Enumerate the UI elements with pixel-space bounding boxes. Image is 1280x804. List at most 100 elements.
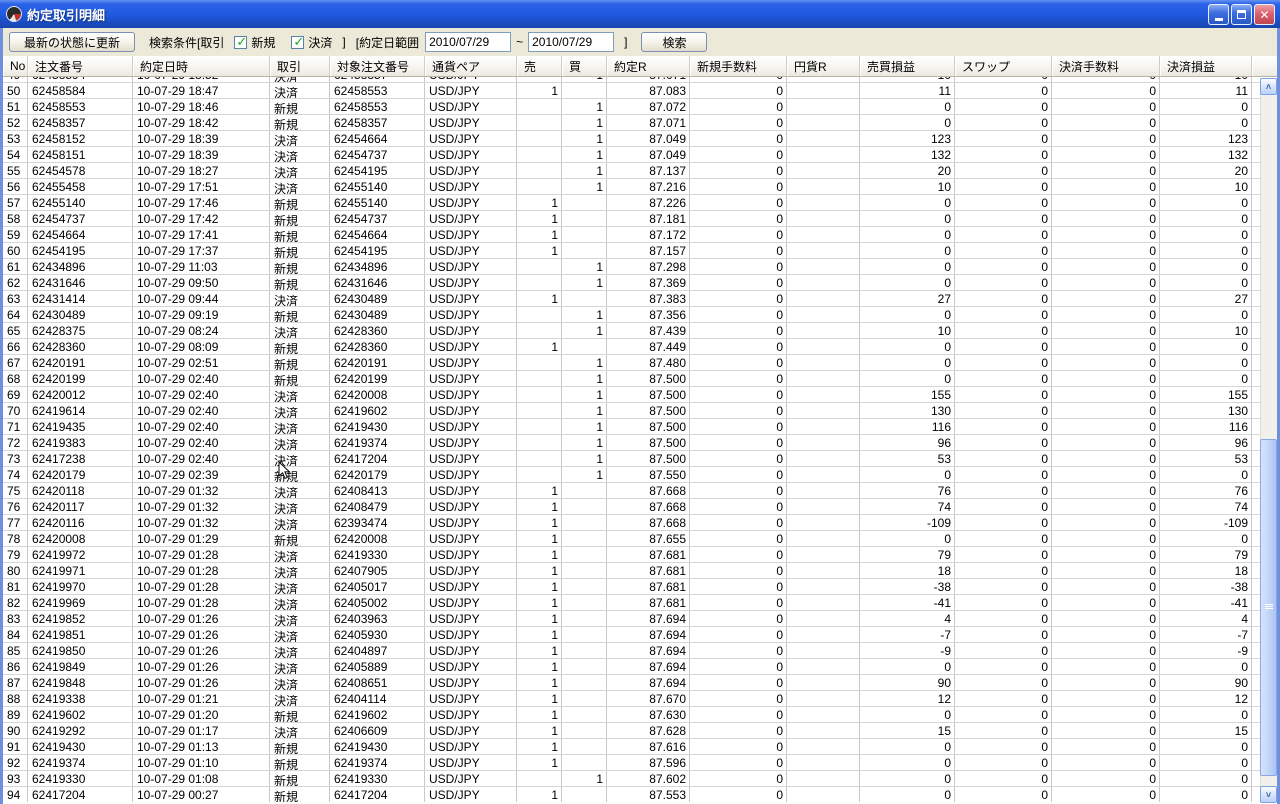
cell-close_pl: 10 — [1160, 179, 1252, 194]
table-row[interactable]: 93 62419330 10-07-29 01:08 新規 62419330 USD/JP… — [3, 771, 1260, 787]
cell-target_order_no: 62458357 — [330, 115, 425, 130]
table-row[interactable]: 86 62419849 10-07-29 01:26 決済 62405889 USD/JP… — [3, 659, 1260, 675]
table-row[interactable]: 57 62455140 10-07-29 17:46 新規 62455140 USD/JP… — [3, 195, 1260, 211]
table-row[interactable]: 73 62417238 10-07-29 02:40 決済 62417204 USD/JP… — [3, 451, 1260, 467]
table-row[interactable]: 79 62419972 10-07-29 01:28 決済 62419330 USD/JP… — [3, 547, 1260, 563]
table-row[interactable]: 92 62419374 10-07-29 01:10 新規 62419374 USD/JP… — [3, 755, 1260, 771]
column-header-order_no[interactable]: 注文番号 — [28, 56, 133, 76]
column-header-pair[interactable]: 通貨ペア — [425, 56, 517, 76]
cell-open_fee: 0 — [690, 371, 787, 386]
scroll-up-button[interactable]: ˄ — [1260, 78, 1277, 95]
column-header-target_order_no[interactable]: 対象注文番号 — [330, 56, 425, 76]
table-row[interactable]: 70 62419614 10-07-29 02:40 決済 62419602 USD/JP… — [3, 403, 1260, 419]
column-header-close_fee[interactable]: 決済手数料 — [1052, 56, 1160, 76]
table-row[interactable]: 91 62419430 10-07-29 01:13 新規 62419430 USD/JP… — [3, 739, 1260, 755]
cell-no: 61 — [3, 259, 28, 274]
table-row[interactable]: 63 62431414 10-07-29 09:44 決済 62430489 USD/JP… — [3, 291, 1260, 307]
column-header-jpy_rate[interactable]: 円貨R — [787, 56, 860, 76]
table-row[interactable]: 52 62458357 10-07-29 18:42 新規 62458357 USD/JP… — [3, 115, 1260, 131]
table-row[interactable]: 69 62420012 10-07-29 02:40 決済 62420008 USD/JP… — [3, 387, 1260, 403]
table-row[interactable]: 88 62419338 10-07-29 01:21 決済 62404114 USD/JP… — [3, 691, 1260, 707]
column-header-buy[interactable]: 買 — [562, 56, 607, 76]
table-row[interactable]: 81 62419970 10-07-29 01:28 決済 62405017 USD/JP… — [3, 579, 1260, 595]
table-row[interactable]: 68 62420199 10-07-29 02:40 新規 62420199 USD/JP… — [3, 371, 1260, 387]
row-filler — [1252, 355, 1260, 370]
refresh-button[interactable]: 最新の状態に更新 — [9, 32, 136, 52]
table-row[interactable]: 84 62419851 10-07-29 01:26 決済 62405930 USD/JP… — [3, 627, 1260, 643]
table-row[interactable]: 64 62430489 10-07-29 09:19 新規 62430489 USD/JP… — [3, 307, 1260, 323]
table-row[interactable]: 61 62434896 10-07-29 11:03 新規 62434896 USD/JP… — [3, 259, 1260, 275]
table-row[interactable]: 58 62454737 10-07-29 17:42 新規 62454737 USD/JP… — [3, 211, 1260, 227]
cell-order_no: 62455458 — [28, 179, 133, 194]
table-row[interactable]: 67 62420191 10-07-29 02:51 新規 62420191 USD/JP… — [3, 355, 1260, 371]
cell-close_pl: 0 — [1160, 755, 1252, 770]
date-to-input[interactable] — [528, 32, 615, 52]
table-row[interactable]: 53 62458152 10-07-29 18:39 決済 62454664 USD/JP… — [3, 131, 1260, 147]
table-row[interactable]: 50 62458584 10-07-29 18:47 決済 62458553 USD/JP… — [3, 83, 1260, 99]
date-from-input[interactable] — [425, 32, 512, 52]
table-row[interactable]: 54 62458151 10-07-29 18:39 決済 62454737 USD/JP… — [3, 147, 1260, 163]
table-row[interactable]: 80 62419971 10-07-29 01:28 決済 62407905 USD/JP… — [3, 563, 1260, 579]
table-row[interactable]: 83 62419852 10-07-29 01:26 決済 62403963 USD/JP… — [3, 611, 1260, 627]
table-row[interactable]: 82 62419969 10-07-29 01:28 決済 62405002 USD/JP… — [3, 595, 1260, 611]
cell-order_no: 62420117 — [28, 499, 133, 514]
cell-open_fee: 0 — [690, 131, 787, 146]
table-row[interactable]: 77 62420116 10-07-29 01:32 決済 62393474 USD/JP… — [3, 515, 1260, 531]
search-button[interactable]: 検索 — [641, 32, 708, 52]
table-row[interactable]: 78 62420008 10-07-29 01:29 新規 62420008 USD/JP… — [3, 531, 1260, 547]
table-row[interactable]: 51 62458553 10-07-29 18:46 新規 62458553 USD/JP… — [3, 99, 1260, 115]
minimize-button[interactable] — [1208, 4, 1229, 25]
checkbox-settle[interactable]: ✓ 決済 — [291, 34, 332, 51]
column-header-datetime[interactable]: 約定日時 — [133, 56, 270, 76]
cell-close_fee: 0 — [1052, 787, 1160, 802]
cell-jpy_rate — [787, 323, 860, 338]
row-filler — [1252, 275, 1260, 290]
row-filler — [1252, 131, 1260, 146]
checkbox-settle-box[interactable]: ✓ — [291, 34, 305, 49]
column-header-swap[interactable]: スワップ — [955, 56, 1052, 76]
table-row[interactable]: 65 62428375 10-07-29 08:24 決済 62428360 USD/JP… — [3, 323, 1260, 339]
column-header-trade[interactable]: 取引 — [270, 56, 330, 76]
scroll-down-button[interactable]: ˅ — [1260, 786, 1277, 803]
table-row[interactable]: 66 62428360 10-07-29 08:09 新規 62428360 USD/JP… — [3, 339, 1260, 355]
column-header-pl[interactable]: 売買損益 — [860, 56, 955, 76]
table-row[interactable]: 76 62420117 10-07-29 01:32 決済 62408479 USD/JP… — [3, 499, 1260, 515]
cell-close_fee: 0 — [1052, 435, 1160, 450]
table-row[interactable]: 55 62454578 10-07-29 18:27 決済 62454195 USD/JP… — [3, 163, 1260, 179]
checkbox-new[interactable]: ✓ 新規 — [234, 34, 275, 51]
close-button[interactable]: ✕ — [1254, 4, 1275, 25]
table-row[interactable]: 75 62420118 10-07-29 01:32 決済 62408413 USD/JP… — [3, 483, 1260, 499]
column-header-sell[interactable]: 売 — [517, 56, 562, 76]
scrollbar-thumb[interactable] — [1260, 439, 1277, 776]
column-header-label: 決済損益 — [1167, 59, 1216, 74]
table-row[interactable]: 60 62454195 10-07-29 17:37 新規 62454195 USD/JP… — [3, 243, 1260, 259]
checkbox-new-box[interactable]: ✓ — [234, 34, 248, 49]
table-row[interactable]: 59 62454664 10-07-29 17:41 新規 62454664 USD/JP… — [3, 227, 1260, 243]
table-row[interactable]: 71 62419435 10-07-29 02:40 決済 62419430 USD/JP… — [3, 419, 1260, 435]
cell-target_order_no: 62417204 — [330, 787, 425, 802]
table-row[interactable]: 90 62419292 10-07-29 01:17 決済 62406609 USD/JP… — [3, 723, 1260, 739]
cell-order_no: 62419850 — [28, 643, 133, 658]
column-header-rate[interactable]: 約定R — [607, 56, 690, 76]
cell-no: 56 — [3, 179, 28, 194]
table-row[interactable]: 89 62419602 10-07-29 01:20 新規 62419602 USD/JP… — [3, 707, 1260, 723]
column-header-open_fee[interactable]: 新規手数料 — [690, 56, 787, 76]
column-header-close_pl[interactable]: 決済損益 — [1160, 56, 1252, 76]
cell-trade: 決済 — [270, 131, 330, 146]
cell-no: 76 — [3, 499, 28, 514]
table-row[interactable]: 56 62455458 10-07-29 17:51 決済 62455140 USD/JP… — [3, 179, 1260, 195]
table-row[interactable]: 72 62419383 10-07-29 02:40 決済 62419374 USD/JP… — [3, 435, 1260, 451]
cell-buy — [562, 707, 607, 722]
table-row[interactable]: 62 62431646 10-07-29 09:50 新規 62431646 USD/JP… — [3, 275, 1260, 291]
table-row[interactable]: 85 62419850 10-07-29 01:26 決済 62404897 USD/JP… — [3, 643, 1260, 659]
table-row[interactable]: 746242017910-07-29 02:39新規62420179USD/JP… — [3, 467, 1260, 483]
cell-order_no: 62419969 — [28, 595, 133, 610]
maximize-button[interactable] — [1231, 4, 1252, 25]
table-row[interactable]: 87 62419848 10-07-29 01:26 決済 62408651 USD/JP… — [3, 675, 1260, 691]
cell-order_no: 62419849 — [28, 659, 133, 674]
vertical-scrollbar[interactable]: ˄ ˅ — [1260, 78, 1277, 803]
table-row[interactable]: 94 62417204 10-07-29 00:27 新規 62417204 USD/JP… — [3, 787, 1260, 802]
column-header-no[interactable]: No — [3, 56, 28, 76]
cell-order_no: 62454737 — [28, 211, 133, 226]
cell-jpy_rate — [787, 707, 860, 722]
